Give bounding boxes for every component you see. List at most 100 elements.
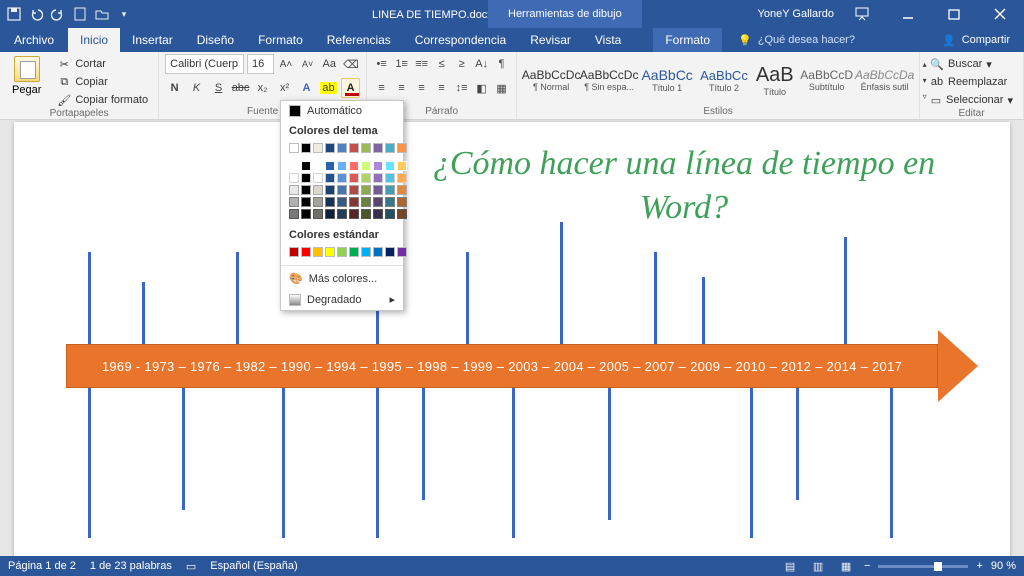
ribbon-options-icon[interactable] — [844, 0, 880, 28]
color-swatch[interactable] — [301, 173, 311, 183]
color-swatch[interactable] — [397, 173, 407, 183]
subscript-button[interactable]: x₂ — [253, 78, 272, 98]
color-swatch[interactable] — [337, 247, 347, 257]
paste-button[interactable]: Pegar — [6, 54, 47, 96]
show-marks-button[interactable]: ¶ — [493, 54, 510, 74]
color-swatch[interactable] — [325, 173, 335, 183]
color-swatch[interactable] — [361, 209, 371, 219]
format-painter-button[interactable]: 🖌Copiar formato — [53, 92, 152, 108]
color-swatch[interactable] — [385, 185, 395, 195]
color-swatch[interactable] — [301, 143, 311, 153]
color-swatch[interactable] — [397, 143, 407, 153]
shading-button[interactable]: ◧ — [473, 78, 490, 98]
underline-button[interactable]: S — [209, 78, 228, 98]
align-right-button[interactable]: ≡ — [413, 78, 430, 98]
color-swatch[interactable] — [349, 143, 359, 153]
color-swatch[interactable] — [337, 143, 347, 153]
zoom-level[interactable]: 90 % — [991, 560, 1016, 572]
color-swatch[interactable] — [349, 197, 359, 207]
tell-me-search[interactable]: 💡 ¿Qué desea hacer? — [722, 28, 855, 52]
color-swatch[interactable] — [289, 161, 299, 171]
color-swatch[interactable] — [385, 209, 395, 219]
color-swatch[interactable] — [361, 143, 371, 153]
change-case-button[interactable]: Aa — [320, 54, 339, 74]
color-swatch[interactable] — [385, 197, 395, 207]
tab-revisar[interactable]: Revisar — [518, 28, 583, 52]
align-center-button[interactable]: ≡ — [393, 78, 410, 98]
user-name[interactable]: YoneY Gallardo — [758, 8, 834, 20]
chevron-down-icon[interactable]: ▾ — [116, 6, 132, 22]
increase-indent-button[interactable]: ≥ — [453, 54, 470, 74]
clear-format-button[interactable]: ⌫ — [342, 54, 361, 74]
color-swatch[interactable] — [301, 247, 311, 257]
color-swatch[interactable] — [325, 197, 335, 207]
style-enfasis[interactable]: AaBbCcDaÉnfasis sutil — [857, 54, 913, 106]
color-swatch[interactable] — [373, 173, 383, 183]
color-swatch[interactable] — [361, 247, 371, 257]
undo-icon[interactable] — [28, 6, 44, 22]
zoom-slider[interactable] — [878, 565, 968, 568]
color-swatch[interactable] — [289, 247, 299, 257]
close-icon[interactable] — [982, 0, 1018, 28]
line-spacing-button[interactable]: ↕≡ — [453, 78, 470, 98]
color-swatch[interactable] — [325, 143, 335, 153]
color-swatch[interactable] — [325, 185, 335, 195]
color-swatch[interactable] — [337, 209, 347, 219]
status-page[interactable]: Página 1 de 2 — [8, 560, 76, 572]
color-swatch[interactable] — [349, 161, 359, 171]
web-layout-icon[interactable]: ▦ — [836, 556, 856, 576]
more-colors[interactable]: 🎨Más colores... — [281, 268, 403, 289]
save-icon[interactable] — [6, 6, 22, 22]
bold-button[interactable]: N — [165, 78, 184, 98]
style-normal[interactable]: AaBbCcDc¶ Normal — [523, 54, 579, 106]
status-language[interactable]: Español (España) — [210, 560, 297, 572]
style-subtitulo[interactable]: AaBbCcDSubtítulo — [799, 54, 855, 106]
text-effects-button[interactable]: A — [297, 78, 316, 98]
strike-button[interactable]: abc — [231, 78, 250, 98]
style-titulo[interactable]: AaBTítulo — [753, 54, 797, 106]
color-swatch[interactable] — [313, 209, 323, 219]
select-button[interactable]: ▭Seleccionar ▾ — [926, 92, 1017, 108]
color-swatch[interactable] — [289, 143, 299, 153]
shrink-font-button[interactable]: A˅ — [298, 54, 317, 74]
color-swatch[interactable] — [313, 197, 323, 207]
document-area[interactable]: ¿Cómo hacer una línea de tiempo en Word?… — [0, 120, 1024, 556]
zoom-in-button[interactable]: + — [976, 560, 982, 572]
color-swatch[interactable] — [349, 247, 359, 257]
print-layout-icon[interactable]: ▥ — [808, 556, 828, 576]
color-swatch[interactable] — [385, 173, 395, 183]
grow-font-button[interactable]: A˄ — [277, 54, 296, 74]
color-swatch[interactable] — [301, 185, 311, 195]
gradient-option[interactable]: Degradado▸ — [281, 289, 403, 310]
color-swatch[interactable] — [361, 185, 371, 195]
color-swatch[interactable] — [337, 197, 347, 207]
style-titulo1[interactable]: AaBbCcTítulo 1 — [639, 54, 695, 106]
read-mode-icon[interactable]: ▤ — [780, 556, 800, 576]
minimize-icon[interactable] — [890, 0, 926, 28]
color-swatch[interactable] — [313, 173, 323, 183]
font-family-combo[interactable]: Calibri (Cuerp — [165, 54, 244, 74]
color-swatch[interactable] — [313, 161, 323, 171]
color-swatch[interactable] — [337, 161, 347, 171]
color-swatch[interactable] — [289, 173, 299, 183]
bullets-button[interactable]: •≡ — [373, 54, 390, 74]
color-swatch[interactable] — [397, 161, 407, 171]
style-titulo2[interactable]: AaBbCcTítulo 2 — [697, 54, 751, 106]
numbering-button[interactable]: 1≡ — [393, 54, 410, 74]
justify-button[interactable]: ≡ — [433, 78, 450, 98]
replace-button[interactable]: abReemplazar — [926, 74, 1017, 90]
status-spell-icon[interactable]: ▭ — [186, 560, 196, 573]
color-swatch[interactable] — [289, 185, 299, 195]
color-swatch[interactable] — [349, 209, 359, 219]
color-swatch[interactable] — [373, 185, 383, 195]
color-swatch[interactable] — [385, 247, 395, 257]
zoom-out-button[interactable]: − — [864, 560, 870, 572]
color-swatch[interactable] — [385, 161, 395, 171]
align-left-button[interactable]: ≡ — [373, 78, 390, 98]
color-swatch[interactable] — [373, 197, 383, 207]
color-swatch[interactable] — [373, 247, 383, 257]
color-swatch[interactable] — [361, 173, 371, 183]
italic-button[interactable]: K — [187, 78, 206, 98]
tab-inicio[interactable]: Inicio — [68, 28, 120, 52]
tab-diseno[interactable]: Diseño — [185, 28, 246, 52]
